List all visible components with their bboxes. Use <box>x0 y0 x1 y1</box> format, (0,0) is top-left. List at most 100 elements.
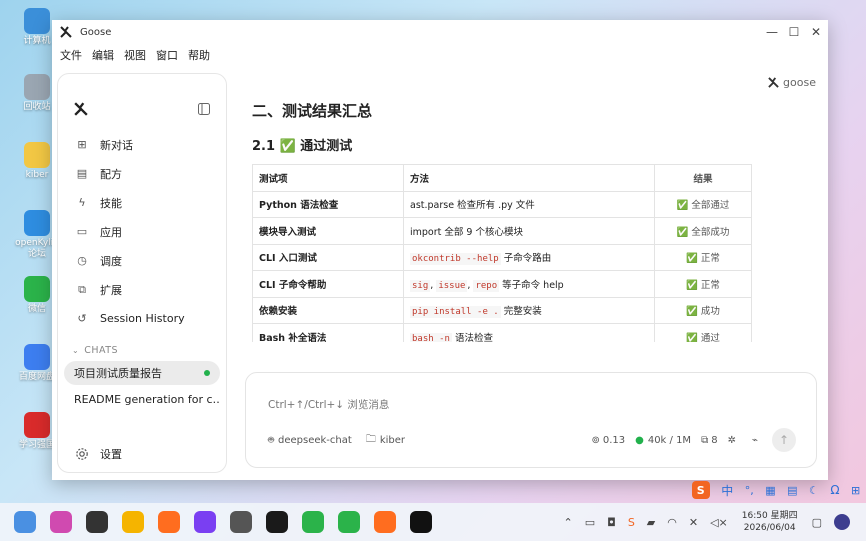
firefox-alt-icon[interactable] <box>374 511 396 533</box>
result-cell: ✅ 通过 <box>654 323 752 342</box>
notification-icon[interactable]: ▢ <box>812 516 822 529</box>
subsection-heading: 2.1 ✅ 通过测试 <box>252 139 353 154</box>
sidebar-item-label: 应用 <box>100 225 122 239</box>
attach-icon[interactable]: ⌁ <box>752 435 758 446</box>
robot-icon: 🤖︎ <box>268 435 274 446</box>
menu-window[interactable]: 窗口 <box>156 47 178 63</box>
taskbar-tray: ⌃ ▭ ◘ S ▰ ◠ ✕ ◁× 16:50 星期四 2026/06/04 ▢ <box>557 503 856 541</box>
app-tray-icon[interactable]: ◘ <box>607 516 616 529</box>
media-icon[interactable] <box>194 511 216 533</box>
files-icon[interactable] <box>122 511 144 533</box>
inline-code: issue <box>436 279 468 292</box>
goose-window: Goose — ☐ ✕ 文件 编辑 视图 窗口 帮助 ⊞ 新对话 ▤ 配方 ϟ 技能 ▭ 应用… <box>52 20 828 480</box>
multitask-icon[interactable] <box>86 511 108 533</box>
inline-code: bash -n <box>410 332 452 342</box>
settings-button[interactable]: 设置 <box>74 446 122 462</box>
result-cell: ✅ 全部成功 <box>654 217 752 245</box>
history-icon: ↺ <box>77 312 87 325</box>
clock[interactable]: 16:50 星期四 2026/06/04 <box>742 510 798 534</box>
goose-tray-icon[interactable]: ✕ <box>689 516 698 529</box>
cost-indicator: ⊚ 0.13 <box>591 435 625 446</box>
firefox-icon[interactable] <box>158 511 180 533</box>
assistant-icon[interactable] <box>834 514 850 530</box>
sidebar-item-label: 调度 <box>100 254 122 268</box>
method-text: 语法检查 <box>451 332 493 342</box>
wechat-icon[interactable] <box>338 511 360 533</box>
keyboard-icon[interactable]: ▦ <box>765 484 775 497</box>
sidebar-item[interactable]: ◷ 调度 <box>58 246 226 275</box>
folder-selector[interactable]: 🗀 kiber <box>366 432 405 449</box>
desktop-app-icon <box>24 276 50 302</box>
chat-item-label: README generation for c… <box>74 392 220 406</box>
maximize-button[interactable]: ☐ <box>784 22 804 42</box>
method-text: 子命令路由 <box>500 253 552 265</box>
volume-icon[interactable]: ◁× <box>710 516 728 529</box>
chat-app-icon[interactable] <box>302 511 324 533</box>
wifi-icon[interactable]: ◠ <box>667 516 677 529</box>
model-selector[interactable]: 🤖︎ deepseek-chat <box>268 433 352 447</box>
ime-mode[interactable]: 中 <box>721 482 733 499</box>
chat-item-active[interactable]: 项目测试质量报告 <box>64 361 220 385</box>
search-app-icon[interactable] <box>50 511 72 533</box>
chat-item[interactable]: README generation for c… <box>64 387 220 411</box>
inline-code: repo <box>473 279 500 292</box>
grid-icon[interactable]: ⊞ <box>851 484 860 497</box>
extensions-indicator[interactable]: ⧉ 8 <box>701 435 718 446</box>
result-cell: ✅ 正常 <box>654 243 752 271</box>
send-button[interactable]: ↑ <box>772 428 796 452</box>
chats-header[interactable]: ⌄ CHATS <box>58 341 226 359</box>
folder-icon: 🗀 <box>365 433 376 445</box>
goose-logo-icon <box>60 26 72 38</box>
inline-code: okcontrib --help <box>410 253 501 266</box>
goose-app-icon[interactable] <box>410 511 432 533</box>
desktop-app-icon <box>24 142 50 168</box>
sidebar-item[interactable]: ↺ Session History <box>58 304 226 333</box>
message-input[interactable]: Ctrl+↑/Ctrl+↓ 浏览消息 <box>268 397 389 412</box>
menu-edit[interactable]: 编辑 <box>92 47 114 63</box>
sidebar-item[interactable]: ⊞ 新对话 <box>58 130 226 159</box>
result-cell: ✅ 全部通过 <box>654 190 752 218</box>
terminal-icon[interactable] <box>266 511 288 533</box>
sidebar-item[interactable]: ⧉ 扩展 <box>58 275 226 304</box>
table-row: Bash 补全语法 bash -n 语法检查 ✅ 通过 <box>252 323 752 342</box>
token-indicator: ● 40k / 1M <box>635 435 691 446</box>
chevron-up-icon[interactable]: ⌃ <box>563 516 572 529</box>
desktop-app-icon <box>24 8 50 34</box>
table-row: 依赖安装 pip install -e . 完整安装 ✅ 成功 <box>252 296 752 324</box>
model-label: deepseek-chat <box>278 434 352 446</box>
method-cell: ast.parse 检查所有 .py 文件 <box>403 190 655 218</box>
menu-help[interactable]: 帮助 <box>188 47 210 63</box>
section-heading: 二、测试结果汇总 <box>252 102 373 120</box>
bug-icon[interactable]: ✲ <box>728 435 736 446</box>
clipboard-icon[interactable]: ▭ <box>585 516 595 529</box>
omega-icon[interactable]: Ω <box>830 483 839 497</box>
menu-file[interactable]: 文件 <box>60 47 82 63</box>
close-button[interactable]: ✕ <box>806 22 826 42</box>
test-item-cell: CLI 子命令帮助 <box>252 270 404 298</box>
menu-bar: 文件 编辑 视图 窗口 帮助 <box>52 44 828 66</box>
method-text: import 全部 9 个核心模块 <box>410 226 523 238</box>
test-item-cell: 依赖安装 <box>252 296 404 324</box>
minimize-button[interactable]: — <box>762 22 782 42</box>
moon-icon[interactable]: ☾ <box>809 484 819 497</box>
launcher-icon[interactable] <box>14 511 36 533</box>
battery-icon[interactable]: ▰ <box>647 516 655 529</box>
toolbox-icon[interactable]: ▤ <box>787 484 797 497</box>
clock-time: 16:50 星期四 <box>741 511 798 521</box>
sogou-tray-icon[interactable]: S <box>628 516 635 529</box>
table-row: Python 语法检查 ast.parse 检查所有 .py 文件 ✅ 全部通过 <box>252 190 752 218</box>
sogou-icon[interactable]: S <box>691 481 710 499</box>
chat-composer[interactable]: Ctrl+↑/Ctrl+↓ 浏览消息 🤖︎ deepseek-chat 🗀 ki… <box>245 372 817 468</box>
bolt-icon: ϟ <box>78 196 86 209</box>
sidebar-item[interactable]: ▤ 配方 <box>58 159 226 188</box>
test-item-cell: 模块导入测试 <box>252 217 404 245</box>
coin-icon: ⊚ <box>591 434 600 446</box>
test-item-cell: Python 语法检查 <box>252 190 404 218</box>
settings-app-icon[interactable] <box>230 511 252 533</box>
menu-view[interactable]: 视图 <box>124 47 146 63</box>
punctuation-icon[interactable]: °, <box>745 484 754 497</box>
chat-item-label: 项目测试质量报告 <box>74 367 162 380</box>
sidebar-item[interactable]: ϟ 技能 <box>58 188 226 217</box>
sidebar-item[interactable]: ▭ 应用 <box>58 217 226 246</box>
sidebar-toggle-icon[interactable] <box>198 103 210 115</box>
